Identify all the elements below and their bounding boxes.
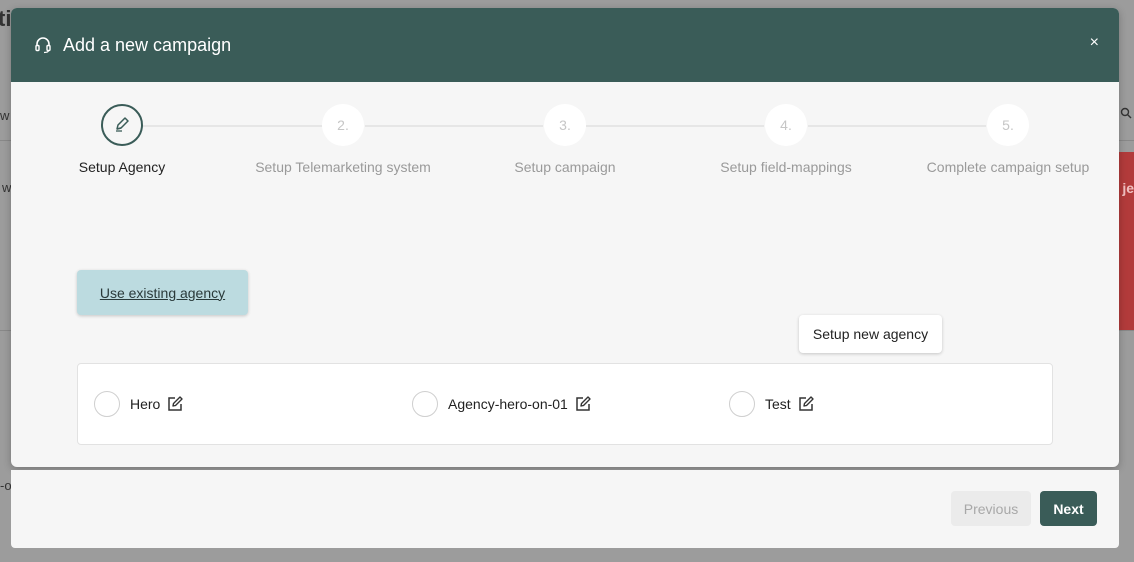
- modal-header: Add a new campaign ×: [11, 8, 1119, 82]
- agency-option: Agency-hero-on-01: [412, 391, 592, 417]
- agency-radio[interactable]: [94, 391, 120, 417]
- background-row-text: w: [2, 180, 12, 195]
- step-label: Setup campaign: [514, 159, 616, 175]
- previous-button[interactable]: Previous: [951, 491, 1031, 526]
- step-label: Setup Telemarketing system: [255, 159, 431, 175]
- background-side-text: je: [1122, 180, 1134, 196]
- agency-list: Hero Agency-hero-on-01 Test: [77, 363, 1053, 445]
- stepper: Setup Agency 2. Setup Telemarketing syst…: [11, 82, 1119, 192]
- step-setup-field-mappings[interactable]: 4. Setup field-mappings: [686, 104, 886, 175]
- step-label: Complete campaign setup: [926, 159, 1090, 175]
- step-setup-campaign[interactable]: 3. Setup campaign: [465, 104, 665, 175]
- step-circle: 3.: [544, 104, 586, 146]
- step-label: Setup Agency: [78, 159, 166, 175]
- background-title: ti: [0, 6, 12, 31]
- step-circle: 5.: [987, 104, 1029, 146]
- step-setup-telemarketing[interactable]: 2. Setup Telemarketing system: [243, 104, 443, 175]
- modal-title: Add a new campaign: [63, 34, 232, 55]
- background-red-panel: [1118, 152, 1134, 330]
- step-circle: 2.: [322, 104, 364, 146]
- next-button[interactable]: Next: [1040, 491, 1097, 526]
- agency-name: Hero: [130, 396, 161, 412]
- setup-new-agency-button[interactable]: Setup new agency: [799, 315, 942, 353]
- edit-icon[interactable]: [574, 395, 592, 413]
- use-existing-agency-button[interactable]: Use existing agency: [77, 270, 248, 315]
- edit-icon[interactable]: [166, 395, 184, 413]
- agency-radio[interactable]: [729, 391, 755, 417]
- step-label: Setup field-mappings: [720, 159, 852, 175]
- agency-option: Test: [729, 391, 815, 417]
- agency-name: Agency-hero-on-01: [448, 396, 568, 412]
- background-row-text: w: [0, 108, 10, 123]
- step-circle: 4.: [765, 104, 807, 146]
- agency-radio[interactable]: [412, 391, 438, 417]
- close-button[interactable]: ×: [1090, 34, 1099, 52]
- edit-icon[interactable]: [797, 395, 815, 413]
- agency-option: Hero: [94, 391, 184, 417]
- background-search-icon: [1120, 106, 1132, 122]
- step-setup-agency[interactable]: Setup Agency: [22, 104, 222, 175]
- step-circle: [101, 104, 143, 146]
- agency-name: Test: [765, 396, 791, 412]
- pencil-icon: [113, 115, 131, 136]
- modal-footer: Previous Next: [11, 470, 1119, 548]
- step-complete-campaign[interactable]: 5. Complete campaign setup: [908, 104, 1108, 175]
- headset-icon: [33, 35, 53, 55]
- background-row-text: -o: [0, 478, 12, 493]
- add-campaign-modal: Add a new campaign × Setup Agency 2. Set…: [11, 8, 1119, 467]
